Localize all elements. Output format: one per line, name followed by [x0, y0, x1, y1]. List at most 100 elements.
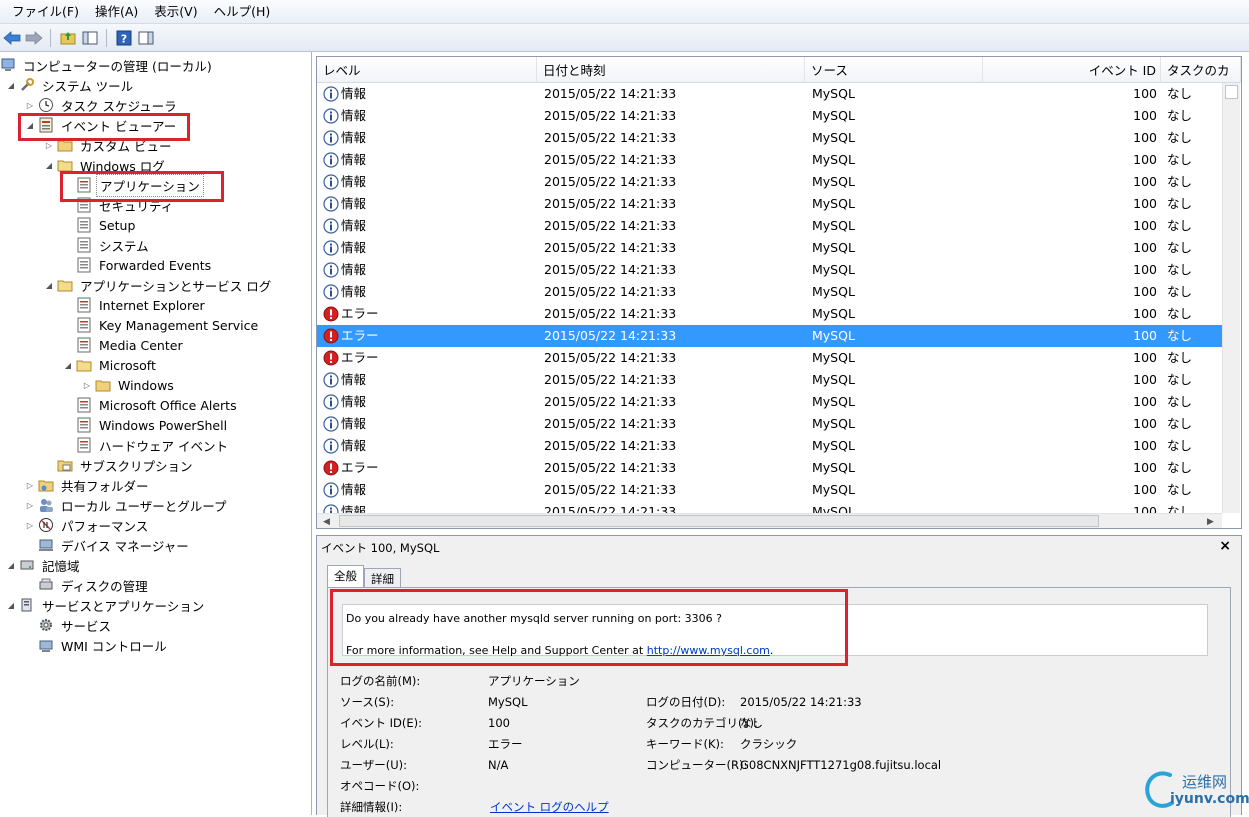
- tree-item-disk-management[interactable]: ディスクの管理: [38, 575, 151, 595]
- event-row[interactable]: 情報 2015/05/22 14:21:33 MySQL 100 なし: [317, 105, 1222, 127]
- tree-item-microsoft[interactable]: ◢ Microsoft: [62, 355, 159, 375]
- navigation-tree: コンピューターの管理 (ローカル) ◢ システム ツール ▷ タスク スケジュー…: [0, 52, 312, 815]
- expanded-arrow-icon[interactable]: ◢: [43, 279, 55, 291]
- cell-datetime: 2015/05/22 14:21:33: [544, 416, 677, 431]
- back-arrow-icon[interactable]: [2, 28, 21, 47]
- event-row[interactable]: 情報 2015/05/22 14:21:33 MySQL 100 なし: [317, 193, 1222, 215]
- tree-item-apps-services-logs[interactable]: ◢ アプリケーションとサービス ログ: [43, 275, 274, 295]
- horizontal-scrollbar[interactable]: ◀ ▶: [317, 513, 1222, 528]
- show-hide-action-pane-icon[interactable]: [136, 28, 155, 47]
- expanded-arrow-icon[interactable]: ◢: [5, 79, 17, 91]
- event-row[interactable]: 情報 2015/05/22 14:21:33 MySQL 100 なし: [317, 413, 1222, 435]
- collapsed-arrow-icon[interactable]: ▷: [24, 479, 36, 491]
- tree-item-device-manager[interactable]: デバイス マネージャー: [38, 535, 192, 555]
- event-log-help-link[interactable]: イベント ログのヘルプ: [490, 799, 609, 815]
- tree-item-key-management-service[interactable]: Key Management Service: [76, 315, 261, 335]
- event-row[interactable]: 情報 2015/05/22 14:21:33 MySQL 100 なし: [317, 237, 1222, 259]
- event-row[interactable]: 情報 2015/05/22 14:21:33 MySQL 100 なし: [317, 369, 1222, 391]
- up-folder-icon[interactable]: [58, 28, 77, 47]
- scroll-right-arrow-icon[interactable]: ▶: [1207, 517, 1214, 527]
- tree-item-media-center[interactable]: Media Center: [76, 335, 186, 355]
- event-row[interactable]: 情報 2015/05/22 14:21:33 MySQL 100 なし: [317, 259, 1222, 281]
- cell-event-id: 100: [1133, 460, 1157, 475]
- info-icon: [323, 240, 339, 256]
- menu-action[interactable]: 操作(A): [87, 0, 146, 24]
- tree-item-services[interactable]: サービス: [38, 615, 114, 635]
- close-icon[interactable]: ×: [1219, 538, 1231, 554]
- cell-event-id: 100: [1133, 240, 1157, 255]
- event-row[interactable]: 情報 2015/05/22 14:21:33 MySQL 100 なし: [317, 171, 1222, 193]
- vertical-scrollbar[interactable]: [1222, 83, 1240, 513]
- help-icon[interactable]: ?: [114, 28, 133, 47]
- cell-source: MySQL: [812, 328, 855, 343]
- forward-arrow-icon[interactable]: [24, 28, 43, 47]
- tree-item-setup[interactable]: Setup: [76, 215, 138, 235]
- event-row[interactable]: エラー 2015/05/22 14:21:33 MySQL 100 なし: [317, 457, 1222, 479]
- tree-item-wmi-control[interactable]: WMI コントロール: [38, 635, 170, 655]
- event-row[interactable]: 情報 2015/05/22 14:21:33 MySQL 100 なし: [317, 83, 1222, 105]
- event-row[interactable]: 情報 2015/05/22 14:21:33 MySQL 100 なし: [317, 127, 1222, 149]
- cell-task-category: なし: [1167, 328, 1193, 343]
- event-row[interactable]: エラー 2015/05/22 14:21:33 MySQL 100 なし: [317, 325, 1222, 347]
- collapsed-arrow-icon[interactable]: ▷: [24, 499, 36, 511]
- menu-view[interactable]: 表示(V): [146, 0, 205, 24]
- detail-title: イベント 100, MySQL: [321, 541, 440, 555]
- event-row[interactable]: 情報 2015/05/22 14:21:33 MySQL 100 なし: [317, 149, 1222, 171]
- menu-file[interactable]: ファイル(F): [4, 0, 87, 24]
- event-row[interactable]: 情報 2015/05/22 14:21:33 MySQL 100 なし: [317, 281, 1222, 303]
- expanded-arrow-icon[interactable]: ◢: [5, 599, 17, 611]
- log-icon: [76, 257, 92, 273]
- info-icon: [323, 394, 339, 410]
- show-hide-tree-icon[interactable]: [80, 28, 99, 47]
- cell-task-category: なし: [1167, 130, 1193, 145]
- column-header-task-category[interactable]: タスクのカ: [1161, 57, 1241, 83]
- tree-item-task-scheduler[interactable]: ▷ タスク スケジューラ: [24, 95, 180, 115]
- scroll-left-arrow-icon[interactable]: ◀: [323, 517, 330, 527]
- column-header-datetime[interactable]: 日付と時刻: [537, 57, 805, 83]
- collapsed-arrow-icon[interactable]: ▷: [24, 99, 36, 111]
- tree-item-local-users[interactable]: ▷ ローカル ユーザーとグループ: [24, 495, 229, 515]
- tree-item-office-alerts[interactable]: Microsoft Office Alerts: [76, 395, 240, 415]
- tab-details[interactable]: 詳細: [364, 568, 401, 588]
- info-icon: [323, 372, 339, 388]
- cell-event-id: 100: [1133, 328, 1157, 343]
- tree-item-storage[interactable]: ◢ 記憶域: [5, 555, 83, 575]
- cell-datetime: 2015/05/22 14:21:33: [544, 174, 677, 189]
- tree-item-windows[interactable]: ▷ Windows: [81, 375, 177, 395]
- scroll-thumb[interactable]: [1225, 85, 1238, 99]
- collapsed-arrow-icon[interactable]: ▷: [81, 379, 93, 391]
- tree-item-forwarded-events[interactable]: Forwarded Events: [76, 255, 214, 275]
- tree-item-windows-powershell[interactable]: Windows PowerShell: [76, 415, 230, 435]
- column-header-level[interactable]: レベル: [317, 57, 537, 83]
- tree-item-internet-explorer[interactable]: Internet Explorer: [76, 295, 208, 315]
- event-row[interactable]: 情報 2015/05/22 14:21:33 MySQL 100 なし: [317, 215, 1222, 237]
- event-row[interactable]: 情報 2015/05/22 14:21:33 MySQL 100 なし: [317, 435, 1222, 457]
- column-header-source[interactable]: ソース: [805, 57, 983, 83]
- cell-level: 情報: [341, 108, 367, 123]
- cell-datetime: 2015/05/22 14:21:33: [544, 482, 677, 497]
- tree-item-system[interactable]: システム: [76, 235, 152, 255]
- event-row[interactable]: 情報 2015/05/22 14:21:33 MySQL 100 なし: [317, 479, 1222, 501]
- expanded-arrow-icon[interactable]: ◢: [43, 159, 55, 171]
- subscriptions-icon: [57, 457, 73, 473]
- collapsed-arrow-icon[interactable]: ▷: [24, 519, 36, 531]
- cell-source: MySQL: [812, 218, 855, 233]
- scroll-thumb[interactable]: [339, 515, 1099, 527]
- tree-item-hardware-events[interactable]: ハードウェア イベント: [76, 435, 231, 455]
- cell-event-id: 100: [1133, 372, 1157, 387]
- expanded-arrow-icon[interactable]: ◢: [62, 359, 74, 371]
- tree-item-system-tools[interactable]: ◢ システム ツール: [5, 75, 136, 95]
- menu-help[interactable]: ヘルプ(H): [206, 0, 279, 24]
- tree-item-subscriptions[interactable]: サブスクリプション: [57, 455, 196, 475]
- column-header-event-id[interactable]: イベント ID: [983, 57, 1161, 83]
- event-row[interactable]: エラー 2015/05/22 14:21:33 MySQL 100 なし: [317, 347, 1222, 369]
- tree-item-root[interactable]: コンピューターの管理 (ローカル): [0, 55, 215, 75]
- expanded-arrow-icon[interactable]: ◢: [5, 559, 17, 571]
- tab-general[interactable]: 全般: [327, 565, 364, 588]
- tree-item-shared-folders[interactable]: ▷ 共有フォルダー: [24, 475, 152, 495]
- highlight-box-message: [330, 589, 848, 666]
- event-row[interactable]: エラー 2015/05/22 14:21:33 MySQL 100 なし: [317, 303, 1222, 325]
- tree-item-performance[interactable]: ▷ パフォーマンス: [24, 515, 151, 535]
- event-row[interactable]: 情報 2015/05/22 14:21:33 MySQL 100 なし: [317, 391, 1222, 413]
- tree-item-services-apps[interactable]: ◢ サービスとアプリケーション: [5, 595, 207, 615]
